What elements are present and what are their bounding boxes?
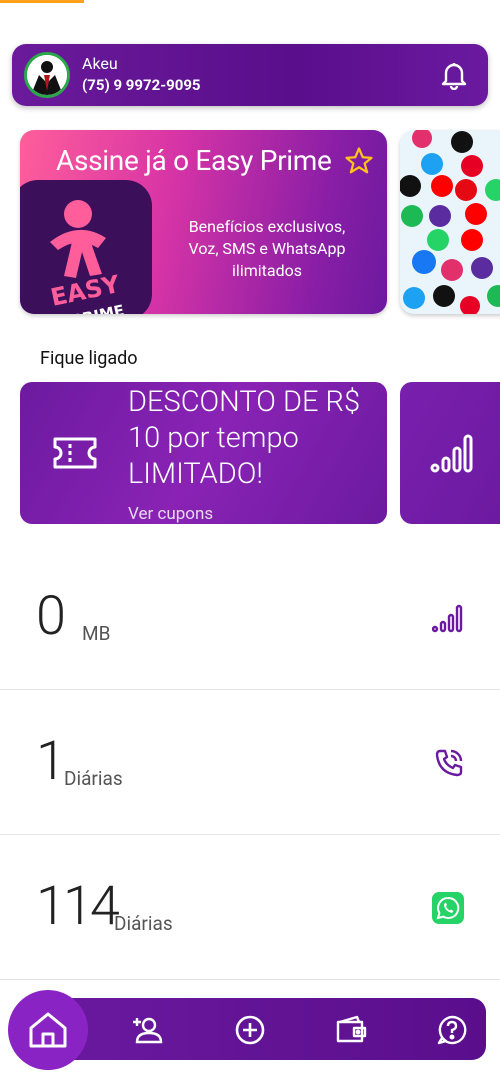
ticket-icon: [53, 437, 97, 469]
star-icon: [345, 147, 373, 174]
user-name: Akeu: [82, 54, 118, 73]
section-title: Fique ligado: [40, 348, 138, 369]
see-coupons-link[interactable]: Ver cupons: [128, 504, 213, 524]
stat-value: 0: [36, 585, 66, 648]
bell-icon[interactable]: [440, 60, 468, 91]
stat-unit: MB: [82, 622, 111, 645]
stat-row-voice[interactable]: 1 Diárias: [0, 690, 500, 835]
promo-description: Benefícios exclusivos, Voz, SMS e WhatsA…: [188, 217, 346, 280]
stat-value: 114: [36, 875, 120, 938]
help-icon: [437, 1015, 467, 1045]
coupon-text: DESCONTO DE R$ 10 por tempo LIMITADO!: [128, 385, 361, 491]
stat-row-data[interactable]: 0 MB: [0, 545, 500, 690]
stat-unit: Diárias: [64, 767, 123, 790]
signal-icon: [432, 604, 463, 633]
promo-title: Assine já o Easy Prime: [56, 144, 332, 177]
user-phone: (75) 9 9972-9095: [82, 76, 201, 94]
signal-icon: [430, 434, 473, 473]
avatar[interactable]: [24, 52, 70, 98]
promo-banner-apps[interactable]: [400, 130, 500, 314]
add-user-icon: [133, 1017, 163, 1044]
social-apps-icon: [400, 130, 500, 314]
nav-add-button[interactable]: [234, 1014, 266, 1046]
stat-unit: Diárias: [114, 912, 173, 935]
stat-value: 1: [36, 730, 66, 793]
nav-help-button[interactable]: [436, 1014, 468, 1046]
coupon-card[interactable]: DESCONTO DE R$ 10 por tempo LIMITADO! Ve…: [20, 382, 387, 524]
nav-home-button[interactable]: [8, 990, 88, 1070]
stat-row-whatsapp[interactable]: 114 Diárias: [0, 835, 500, 980]
signal-card[interactable]: [400, 382, 500, 524]
easy-prime-logo: EASY PRIME: [20, 180, 152, 314]
nav-wallet-button[interactable]: [335, 1014, 367, 1046]
user-card[interactable]: Akeu (75) 9 9972-9095: [12, 44, 488, 106]
wallet-icon: [336, 1015, 367, 1043]
plus-circle-icon: [235, 1015, 265, 1045]
phone-call-icon: [435, 749, 463, 777]
status-accent-bar: [0, 0, 84, 3]
home-icon: [29, 1012, 67, 1048]
promo-banner-easy-prime[interactable]: EASY PRIME Assine já o Easy Prime Benefí…: [20, 130, 387, 314]
whatsapp-icon: [432, 892, 464, 924]
nav-add-user-button[interactable]: [132, 1014, 164, 1046]
